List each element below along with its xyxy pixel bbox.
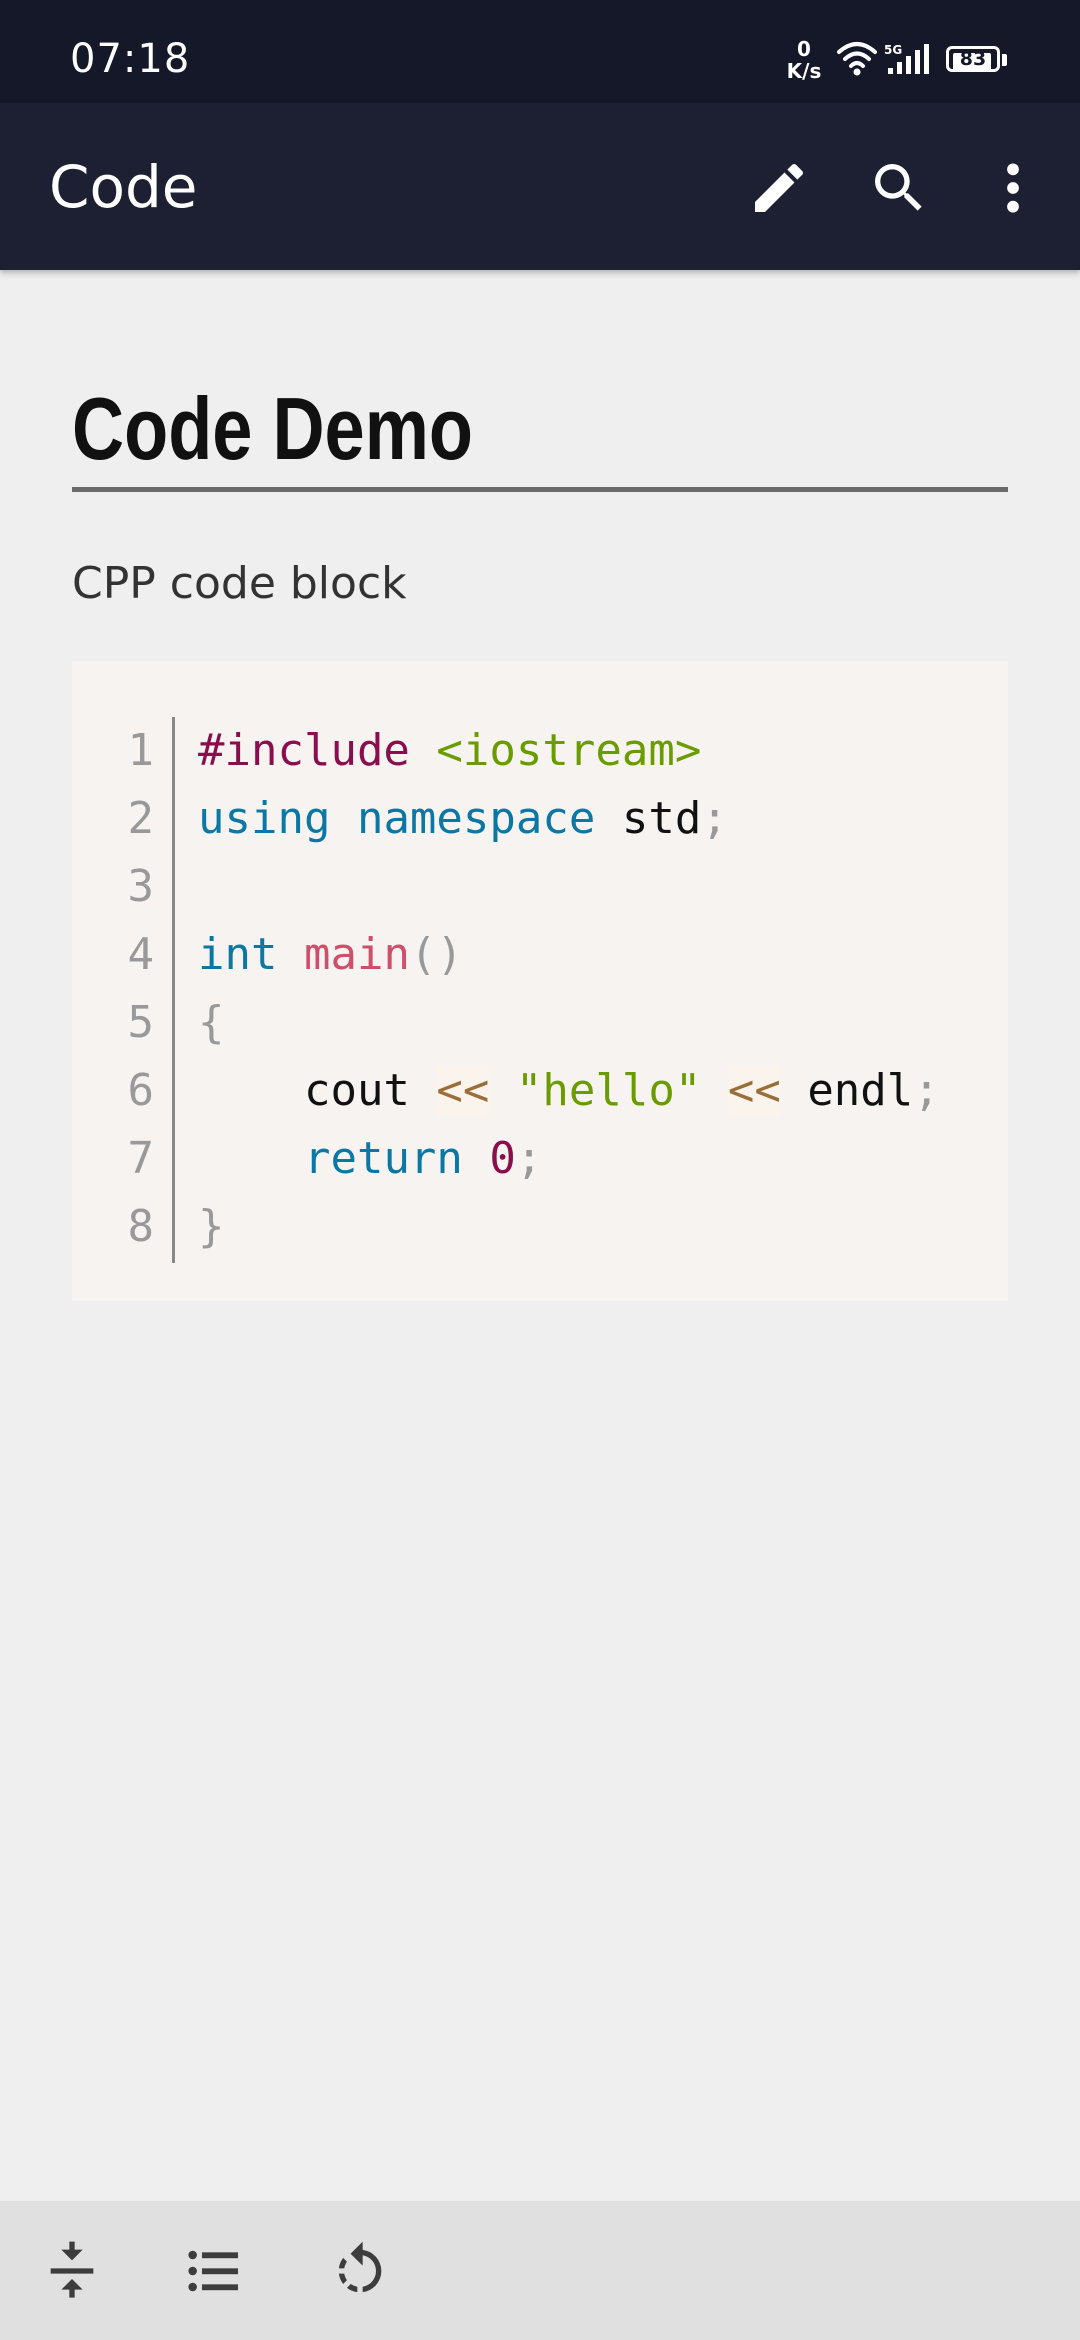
- code-token: int: [198, 929, 278, 980]
- net-speed: 0 K/s: [786, 38, 822, 82]
- net-speed-unit: K/s: [786, 59, 822, 83]
- code-token: <iostream>: [436, 725, 702, 776]
- search-icon: [875, 164, 922, 211]
- code-token: "hello": [515, 1065, 702, 1116]
- battery-level: 83: [959, 48, 987, 70]
- toc-button[interactable]: [182, 2239, 246, 2303]
- line-code: }: [198, 1193, 225, 1261]
- collapse-button[interactable]: [40, 2239, 104, 2303]
- code-token: namespace: [356, 793, 596, 844]
- signal-icon: 5G: [884, 42, 936, 76]
- code-line: 6 cout << "hello" << endl;: [72, 1057, 1008, 1125]
- code-token: return: [303, 1133, 463, 1184]
- line-code: return 0;: [198, 1125, 542, 1193]
- more-vert-icon: [1007, 163, 1019, 213]
- line-code: using namespace std;: [198, 785, 728, 853]
- wifi-icon: [837, 42, 877, 76]
- code-line: 5{: [72, 989, 1008, 1057]
- battery-tip: [1002, 54, 1007, 66]
- line-number: 4: [127, 929, 155, 980]
- code-block[interactable]: 1 #include <iostream> 2 using namespace std…: [72, 661, 1008, 1301]
- refresh-icon: [338, 2241, 382, 2293]
- code-token: 0: [489, 1133, 516, 1184]
- line-number: 6: [127, 1065, 155, 1116]
- code-token: std: [595, 793, 702, 844]
- document-title: Code Demo: [72, 379, 473, 478]
- line-number: 2: [127, 793, 155, 844]
- edit-button[interactable]: [742, 151, 816, 225]
- line-number: 3: [127, 861, 155, 912]
- code-token: using: [198, 793, 331, 844]
- code-token: cout: [198, 1065, 437, 1116]
- code-line: 4 int main(): [72, 921, 1008, 989]
- code-token: }: [198, 1201, 225, 1252]
- app-bar: Code: [0, 103, 1080, 270]
- code-line: 1 #include <iostream>: [72, 717, 1008, 785]
- code-token: ;: [913, 1065, 940, 1116]
- title-divider: [72, 487, 1008, 492]
- code-line: 8}: [72, 1193, 1008, 1261]
- search-button[interactable]: [862, 151, 936, 225]
- app-title: Code: [49, 153, 198, 221]
- code-token: ;: [515, 1133, 543, 1184]
- code-token: <<: [727, 1065, 781, 1116]
- code-line: 3: [72, 853, 1008, 921]
- line-number: 7: [127, 1133, 155, 1184]
- code-token: ;: [701, 793, 728, 844]
- edit-icon: [755, 163, 804, 212]
- network-type-label: 5G: [884, 43, 902, 57]
- line-code: #include <iostream>: [198, 717, 701, 785]
- code-token: endl: [780, 1065, 914, 1116]
- line-code: cout << "hello" << endl;: [198, 1057, 940, 1125]
- code-token: main: [303, 929, 410, 980]
- line-number: 8: [127, 1201, 155, 1252]
- code-token: {: [198, 997, 225, 1048]
- line-number: 5: [127, 997, 155, 1048]
- bottom-toolbar: [0, 2201, 1080, 2340]
- code-line: 7 return 0;: [72, 1125, 1008, 1193]
- code-token: (): [409, 929, 463, 980]
- code-token: <<: [436, 1065, 490, 1116]
- collapse-icon: [50, 2241, 94, 2298]
- net-speed-value: 0: [797, 37, 811, 61]
- line-number: 1: [127, 725, 155, 776]
- battery-icon: 83: [946, 46, 1010, 76]
- status-time: 07:18: [70, 36, 191, 82]
- refresh-button[interactable]: [328, 2239, 392, 2303]
- status-bar: 07:18 0 K/s 5G 83: [0, 0, 1080, 103]
- toc-list-icon: [188, 2250, 238, 2292]
- more-options-button[interactable]: [976, 151, 1050, 225]
- code-token: #include: [198, 725, 410, 776]
- line-code: {: [198, 989, 225, 1057]
- line-code: int main(): [198, 921, 463, 989]
- document-paragraph: CPP code block: [72, 558, 407, 609]
- code-line: 2 using namespace std;: [72, 785, 1008, 853]
